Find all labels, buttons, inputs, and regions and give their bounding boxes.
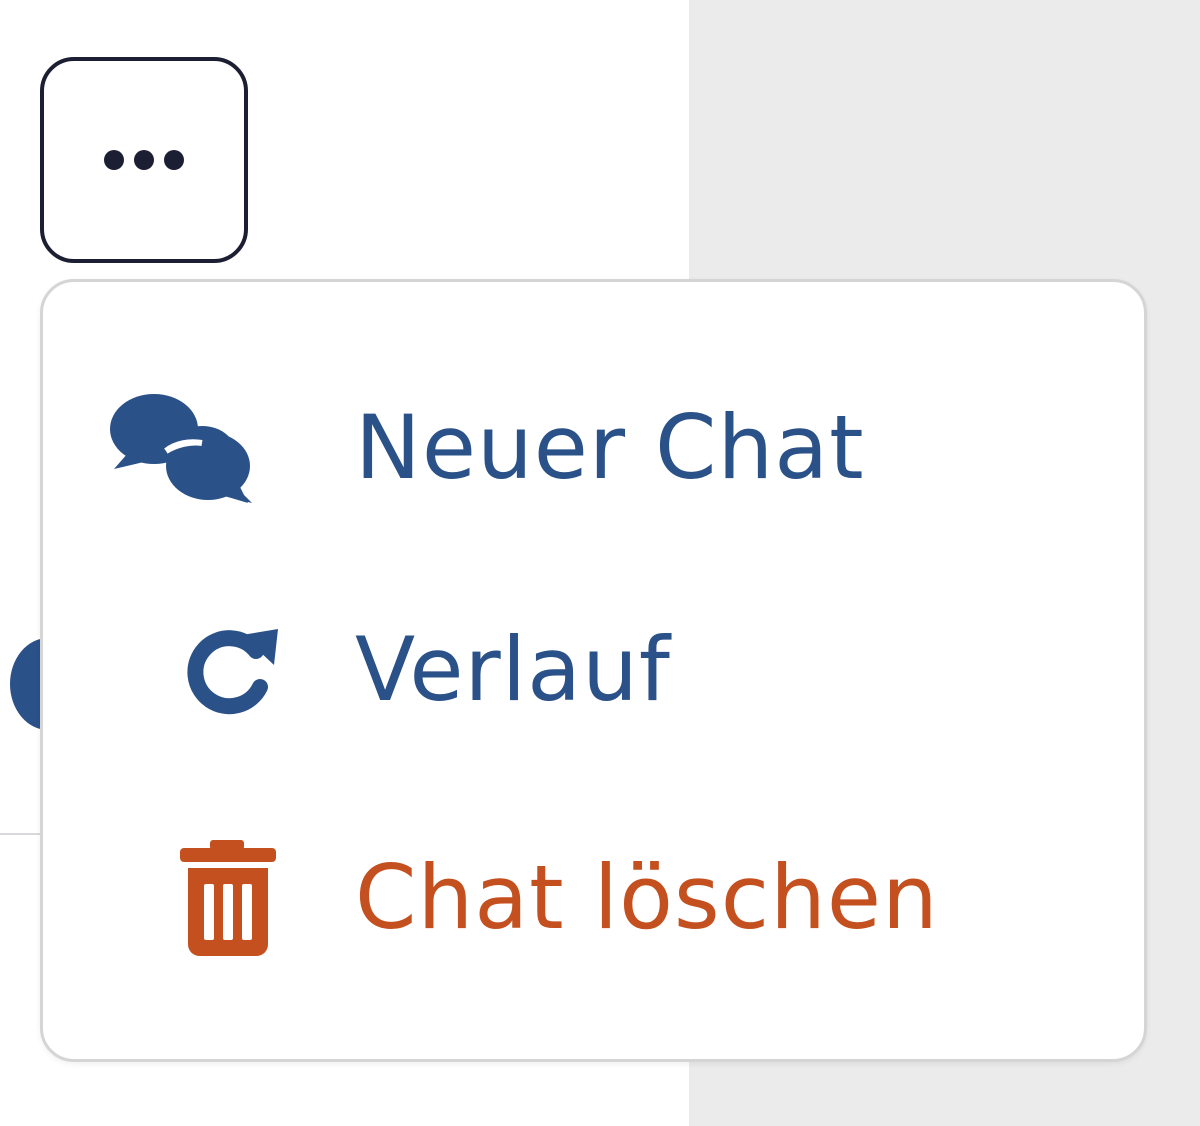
menu-item-label: Neuer Chat <box>355 396 865 499</box>
menu-item-label: Chat löschen <box>355 846 939 949</box>
trash-icon <box>110 828 355 968</box>
chat-bubbles-icon <box>110 378 355 518</box>
menu-item-history[interactable]: Verlauf <box>110 600 671 740</box>
history-icon <box>110 600 355 740</box>
menu-item-new-chat[interactable]: Neuer Chat <box>110 378 865 518</box>
more-options-button[interactable] <box>40 57 248 263</box>
menu-item-delete-chat[interactable]: Chat löschen <box>110 828 939 968</box>
ellipsis-horizontal-icon <box>104 150 184 170</box>
menu-item-label: Verlauf <box>355 618 671 721</box>
